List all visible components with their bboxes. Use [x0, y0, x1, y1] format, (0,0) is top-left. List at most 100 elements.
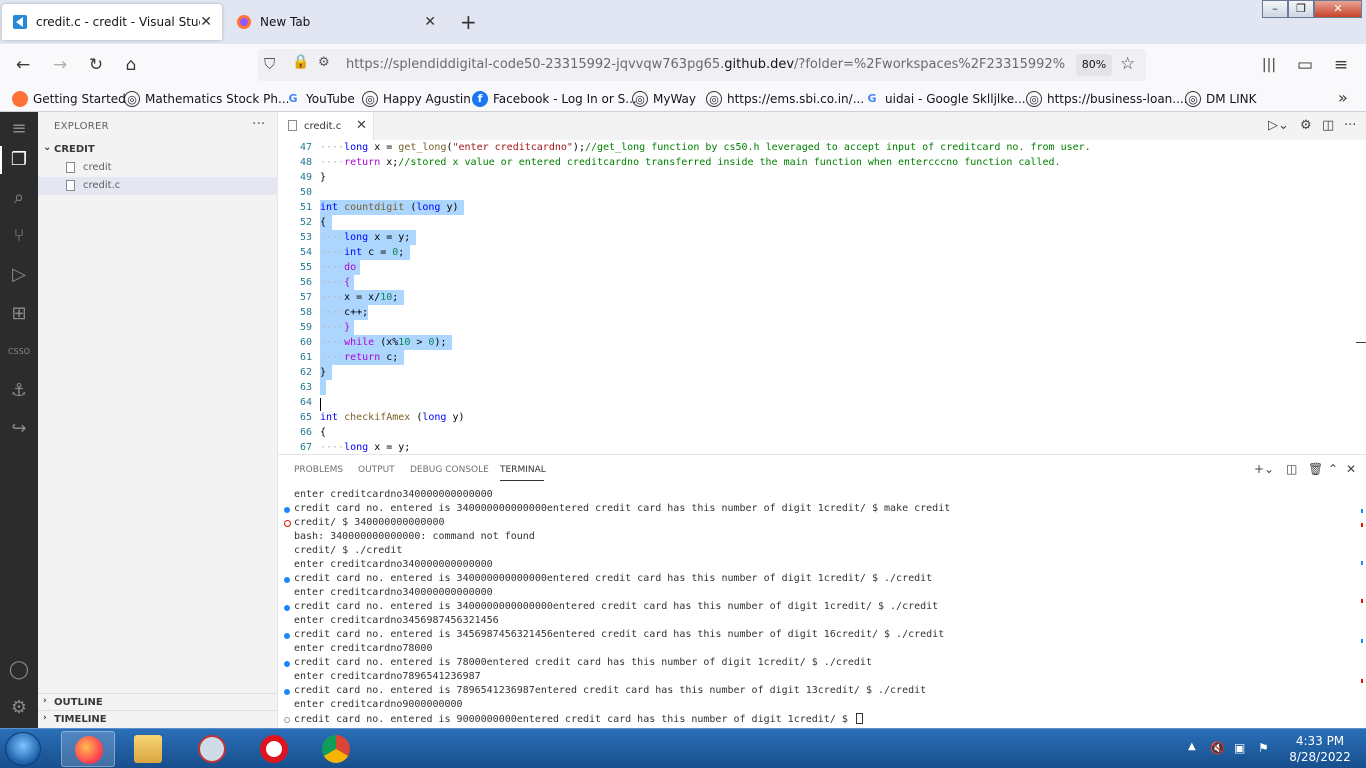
taskbar-opera[interactable]	[247, 731, 301, 767]
code-line: 58 ····c++;	[299, 305, 369, 320]
terminal-prompt-line[interactable]: credit card no. entered is 9000000000ent…	[294, 713, 863, 725]
code-line: 61 ····return c;	[278, 350, 1366, 365]
close-tab-icon[interactable]: ✕	[200, 14, 212, 30]
bookmark-item[interactable]: ◎ MyWay	[632, 91, 696, 107]
bookmark-item[interactable]: Guidai - Google Sklljlke...	[864, 91, 1025, 107]
bookmark-star-icon[interactable]: ☆	[1120, 54, 1135, 74]
back-arrow-icon[interactable]: ←	[12, 54, 34, 76]
docker-icon[interactable]: ⚓	[7, 379, 31, 403]
start-button-windows-icon[interactable]	[5, 732, 41, 766]
maximize-panel-chevron-up-icon[interactable]: ⌃	[1328, 462, 1338, 476]
command-success-icon	[284, 661, 290, 667]
url-text[interactable]: https://splendiddigital-code50-23315992-…	[346, 57, 1066, 72]
url-bar[interactable]: ⛉ 🔒 ⚙ https://splendiddigital-code50-233…	[258, 49, 1146, 81]
code-line: 60 ····while (x%10 > 0);	[278, 335, 1366, 350]
clock-date[interactable]: 8/28/2022	[1282, 750, 1358, 764]
bookmark-item[interactable]: f Facebook - Log In or S...	[472, 91, 637, 107]
explorer-title: EXPLORER	[54, 121, 109, 132]
command-pending-icon	[284, 717, 290, 723]
reload-icon[interactable]: ↻	[85, 54, 107, 76]
search-icon[interactable]: ⌕	[7, 186, 31, 210]
bookmark-item[interactable]: Getting Started	[12, 91, 126, 107]
firefox-favicon-icon	[237, 15, 251, 29]
chevron-down-icon: ⌄	[43, 142, 52, 153]
split-terminal-icon[interactable]: ◫	[1286, 462, 1297, 476]
home-icon[interactable]: ⌂	[120, 54, 142, 76]
menu-hamburger-icon[interactable]: ≡	[1330, 54, 1352, 76]
taskbar-snipping-tool[interactable]	[185, 731, 239, 767]
action-center-flag-icon[interactable]: ⚑	[1258, 741, 1269, 755]
lock-icon[interactable]: 🔒	[292, 54, 309, 70]
volume-muted-icon[interactable]: 🔇	[1210, 741, 1225, 755]
more-bookmarks-chevron-icon[interactable]: »	[1338, 88, 1348, 107]
settings-gear-icon[interactable]: ⚙	[7, 696, 31, 720]
menu-hamburger-icon[interactable]: ≡	[7, 117, 31, 141]
code-line: 57 ····x = x/10;	[278, 290, 1366, 305]
run-debug-icon[interactable]: ▷	[7, 263, 31, 287]
tab-new-tab[interactable]: New Tab ✕	[226, 4, 446, 40]
network-icon[interactable]: ▣	[1234, 741, 1245, 755]
command-success-icon	[284, 633, 290, 639]
active-tab-underline	[500, 480, 544, 481]
code-line: 56 ····{	[278, 275, 1366, 290]
close-window-button[interactable]: ✕	[1314, 0, 1362, 18]
source-control-icon[interactable]: ⑂	[7, 224, 31, 248]
more-actions-icon[interactable]: ···	[252, 116, 265, 132]
extensions-icon[interactable]: ⊞	[7, 302, 31, 326]
trash-icon[interactable]: 🗑	[1308, 462, 1323, 476]
explorer-files-icon[interactable]: ❐	[7, 148, 31, 172]
editor-tab-credit-c[interactable]: credit.c ✕	[278, 112, 374, 140]
maximize-window-button[interactable]: ❐	[1288, 0, 1314, 18]
terminal-output[interactable]: enter creditcardno340000000000000 credit…	[278, 489, 1363, 729]
timeline-section[interactable]: › TIMELINE	[38, 710, 278, 727]
taskbar-chrome[interactable]	[309, 731, 363, 767]
new-tab-plus-icon[interactable]: +	[460, 10, 477, 34]
library-icon[interactable]: |||	[1258, 54, 1280, 76]
snipping-tool-icon	[198, 735, 226, 763]
bookmarks-toolbar: Getting Started ◎ Mathematics Stock Ph...…	[0, 86, 1366, 112]
tab-output[interactable]: OUTPUT	[358, 465, 395, 475]
bookmark-item[interactable]: G YouTube	[285, 91, 354, 107]
zoom-level-badge[interactable]: 80%	[1076, 54, 1112, 76]
tab-terminal[interactable]: TERMINAL	[500, 465, 546, 475]
tab-problems[interactable]: PROBLEMS	[294, 465, 343, 475]
bookmark-item[interactable]: ◎ Happy Agustin	[362, 91, 471, 107]
file-credit-c[interactable]: credit.c	[38, 177, 278, 195]
close-panel-icon[interactable]: ✕	[1346, 462, 1356, 476]
minimize-window-button[interactable]: –	[1262, 0, 1288, 18]
code-line: 53 ····long x = y;	[278, 230, 1366, 245]
split-editor-icon[interactable]: ◫	[1322, 118, 1334, 133]
forward-arrow-icon[interactable]: →	[49, 54, 71, 76]
taskbar-file-explorer[interactable]	[121, 731, 175, 767]
shield-icon[interactable]: ⛉	[264, 55, 275, 73]
clock-time[interactable]: 4:33 PM	[1282, 734, 1358, 748]
tab-debug-console[interactable]: DEBUG CONSOLE	[410, 465, 489, 475]
code-editor[interactable]: 47 ····long x = get_long("enter creditcar…	[278, 140, 1366, 454]
csso-icon[interactable]: CSSO	[0, 347, 38, 356]
account-icon[interactable]: ◯	[7, 658, 31, 682]
bookmark-item[interactable]: ◎ Mathematics Stock Ph...	[124, 91, 289, 107]
scrollbar-marker	[1361, 679, 1363, 683]
sidebar-toggle-icon[interactable]: ▭	[1294, 54, 1316, 76]
settings-gear-icon[interactable]: ⚙	[1300, 118, 1312, 133]
file-credit[interactable]: credit	[38, 159, 278, 177]
show-hidden-icons-chevron-up-icon[interactable]: ▲	[1188, 741, 1196, 752]
browser-tab-bar: credit.c - credit - Visual Studio C ✕ Ne…	[0, 0, 1366, 44]
remote-share-icon[interactable]: ↪	[7, 417, 31, 441]
bookmark-item[interactable]: ◎ https://ems.sbi.co.in/...	[706, 91, 864, 107]
run-code-icon[interactable]: ▷⌄	[1268, 118, 1289, 133]
close-editor-icon[interactable]: ✕	[356, 118, 367, 133]
taskbar-firefox[interactable]	[61, 731, 115, 767]
folder-credit[interactable]: ⌄ CREDIT	[38, 141, 278, 159]
new-terminal-plus-icon[interactable]: +⌄	[1254, 462, 1274, 476]
opera-icon	[260, 735, 288, 763]
command-success-icon	[284, 577, 290, 583]
terminal-line: credit card no. entered is 7896541236987…	[294, 685, 927, 696]
tab-vscode[interactable]: credit.c - credit - Visual Studio C ✕	[2, 4, 222, 40]
outline-section[interactable]: › OUTLINE	[38, 693, 278, 710]
permissions-icon[interactable]: ⚙	[318, 55, 330, 70]
close-tab-icon[interactable]: ✕	[424, 14, 436, 30]
more-actions-icon[interactable]: ···	[1344, 118, 1356, 133]
bookmark-item[interactable]: ◎ https://business-loan....	[1026, 91, 1188, 107]
bookmark-item[interactable]: ◎ DM LINK	[1185, 91, 1256, 107]
